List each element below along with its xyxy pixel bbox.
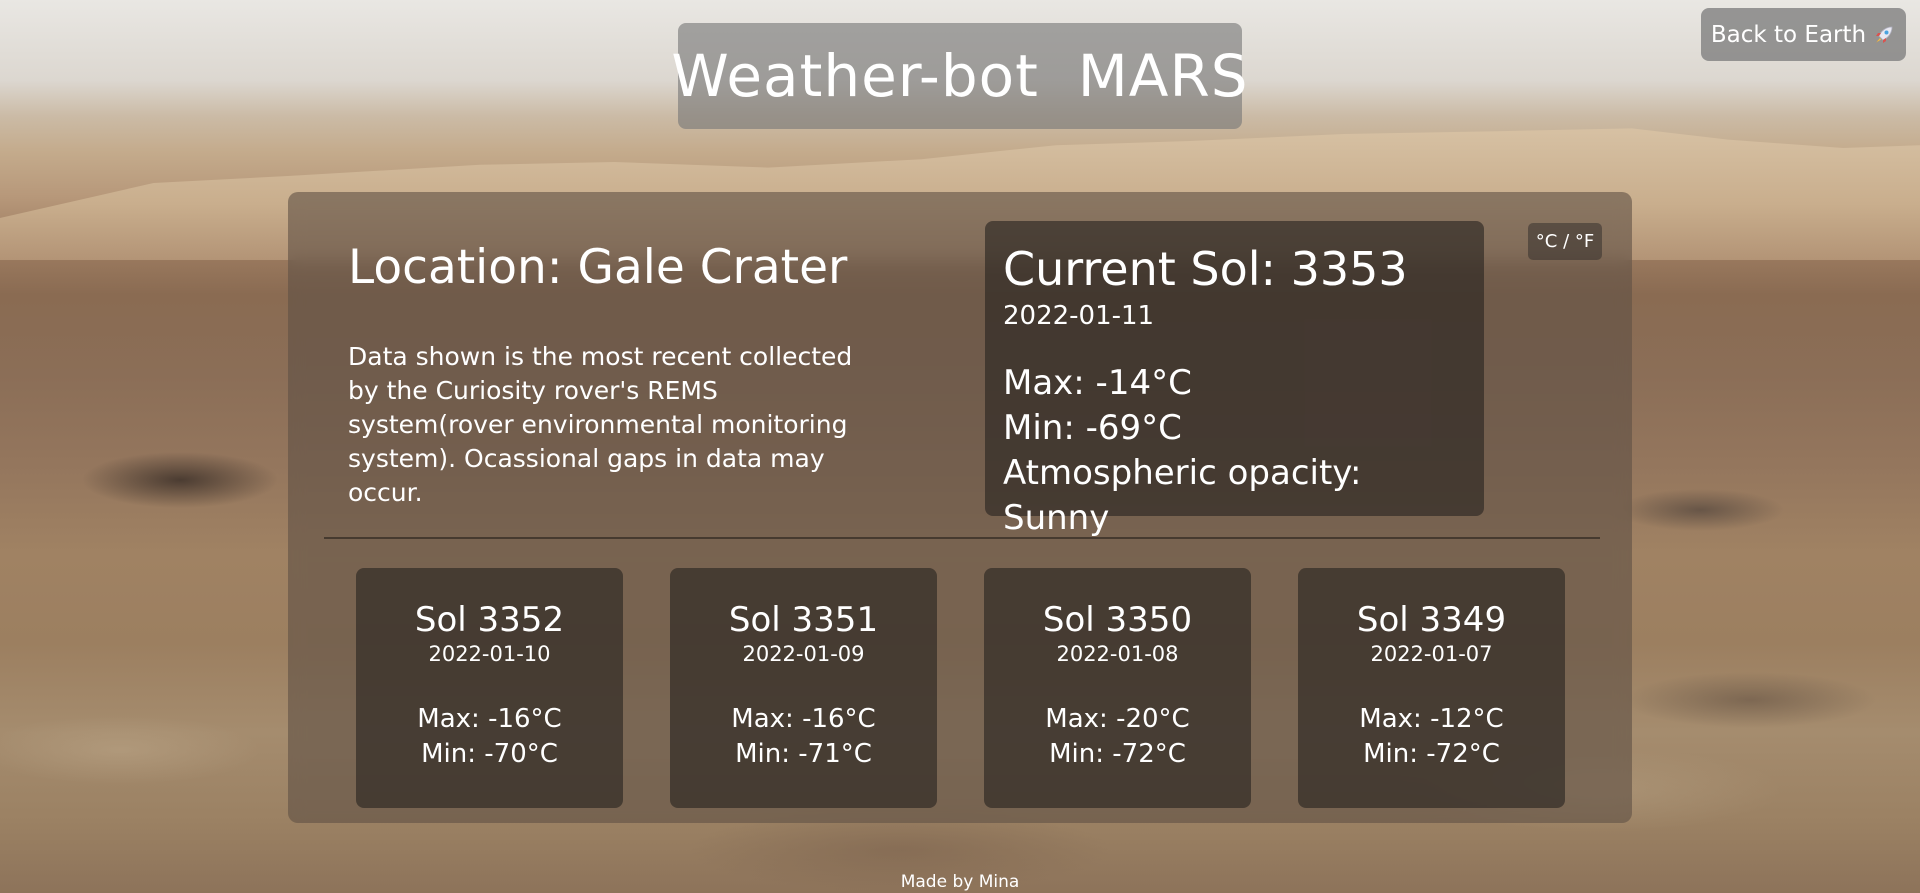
data-description: Data shown is the most recent collected … bbox=[348, 342, 853, 507]
previous-sols-list: Sol 3352 2022-01-10 Max: -16°C Min: -70°… bbox=[356, 568, 1566, 808]
sol-card: Sol 3350 2022-01-08 Max: -20°C Min: -72°… bbox=[984, 568, 1251, 808]
current-sol-card: Current Sol: 3353 2022-01-11 Max: -14°C … bbox=[985, 221, 1484, 538]
sol-date: 2022-01-07 bbox=[1370, 642, 1493, 666]
footer-credit: Made by Mina bbox=[900, 872, 1020, 892]
weather-panel: Location: Gale Crater Data shown is the … bbox=[288, 192, 1632, 823]
current-sol-number: Current Sol: 3353 bbox=[1003, 242, 1408, 296]
location-heading: Location: Gale Crater bbox=[348, 240, 848, 295]
sol-date: 2022-01-08 bbox=[1056, 642, 1179, 666]
sol-number: Sol 3350 bbox=[1042, 600, 1193, 640]
current-sol-date: 2022-01-11 bbox=[1003, 301, 1155, 331]
sol-min-temp: Min: -72°C bbox=[1363, 739, 1500, 769]
section-divider bbox=[324, 537, 1600, 539]
current-max-temp: Max: -14°C bbox=[1003, 363, 1192, 403]
sol-number: Sol 3349 bbox=[1356, 600, 1507, 640]
sol-card: Sol 3351 2022-01-09 Max: -16°C Min: -71°… bbox=[670, 568, 937, 808]
sol-card: Sol 3352 2022-01-10 Max: -16°C Min: -70°… bbox=[356, 568, 623, 808]
sol-max-temp: Max: -16°C bbox=[731, 704, 876, 734]
rocket-icon bbox=[1872, 23, 1896, 47]
sol-min-temp: Min: -72°C bbox=[1049, 739, 1186, 769]
sol-min-temp: Min: -70°C bbox=[421, 739, 558, 769]
sol-max-temp: Max: -12°C bbox=[1359, 704, 1504, 734]
back-to-earth-label: Back to Earth bbox=[1710, 21, 1867, 48]
sol-min-temp: Min: -71°C bbox=[735, 739, 872, 769]
unit-toggle-button[interactable]: °C / °F bbox=[1528, 223, 1602, 260]
atmospheric-opacity: Atmospheric opacity: Sunny bbox=[1003, 453, 1362, 538]
sol-date: 2022-01-09 bbox=[742, 642, 865, 666]
current-min-temp: Min: -69°C bbox=[1003, 408, 1182, 448]
page-title: Weather-bot MARS bbox=[671, 42, 1249, 110]
sol-number: Sol 3351 bbox=[728, 600, 879, 640]
title-banner: Weather-bot MARS bbox=[671, 23, 1248, 129]
sol-max-temp: Max: -16°C bbox=[417, 704, 562, 734]
sol-date: 2022-01-10 bbox=[428, 642, 551, 666]
sol-number: Sol 3352 bbox=[414, 600, 565, 640]
back-to-earth-button[interactable]: Back to Earth bbox=[1701, 8, 1906, 61]
sol-max-temp: Max: -20°C bbox=[1045, 704, 1190, 734]
sol-card: Sol 3349 2022-01-07 Max: -12°C Min: -72°… bbox=[1298, 568, 1565, 808]
